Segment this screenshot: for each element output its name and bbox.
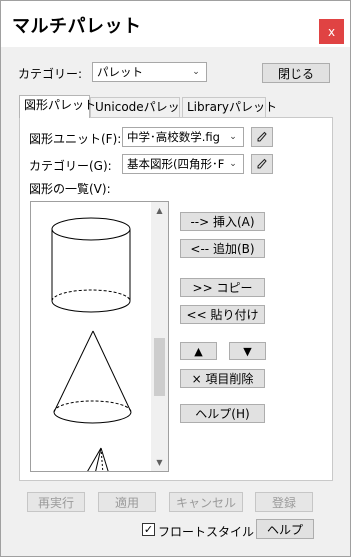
close-window-button[interactable]: x	[319, 19, 344, 44]
category-label: カテゴリー:	[18, 67, 83, 81]
scroll-up-icon[interactable]: ▲	[151, 202, 168, 219]
copy-button[interactable]: >> コピー	[180, 278, 265, 297]
cone-shape[interactable]	[53, 330, 132, 424]
tab-library-palette[interactable]: Libraryパレット	[182, 97, 277, 117]
pencil-icon	[257, 131, 267, 142]
cancel-button[interactable]: キャンセル	[169, 492, 243, 512]
shape-unit-select[interactable]: 中学･高校数学.fig ⌄	[122, 127, 244, 147]
footer-help-button[interactable]: ヘルプ	[256, 519, 314, 539]
shape-category-select[interactable]: 基本図形(四角形･F ⌄	[122, 154, 244, 174]
cylinder-shape[interactable]	[51, 217, 131, 313]
category-select-value: パレット	[97, 65, 143, 79]
float-style-label: フロートスタイル	[158, 525, 255, 539]
chevron-down-icon: ⌄	[192, 67, 200, 77]
shape-list-canvas	[51, 217, 132, 471]
shape-unit-value: 中学･高校数学.fig	[127, 130, 220, 144]
help-button[interactable]: ヘルプ(H)	[180, 404, 265, 423]
tab-unicode-palette[interactable]: Unicodeパレット	[90, 97, 192, 117]
scroll-thumb[interactable]	[154, 338, 165, 396]
redo-button[interactable]: 再実行	[27, 492, 85, 512]
shape-list[interactable]: ▲ ▼	[30, 201, 169, 472]
multi-palette-window: マルチパレット x カテゴリー: パレット ⌄ 閉じる 図形パレット Unico…	[0, 0, 351, 557]
paste-button[interactable]: << 貼り付け	[180, 305, 265, 324]
move-up-button[interactable]: ▲	[180, 342, 217, 360]
chevron-down-icon: ⌄	[229, 132, 237, 142]
tab-shape-palette[interactable]: 図形パレット	[19, 95, 96, 118]
scroll-down-icon[interactable]: ▼	[151, 454, 168, 471]
shape-category-label: カテゴリー(G):	[29, 159, 112, 173]
apply-button[interactable]: 適用	[98, 492, 156, 512]
chevron-down-icon: ⌄	[229, 159, 237, 169]
float-style-checkbox[interactable]: ✓	[142, 523, 155, 536]
title-bar: マルチパレット x	[1, 1, 350, 47]
edit-category-button[interactable]	[251, 154, 273, 174]
shape-list-label: 図形の一覧(V):	[29, 182, 111, 196]
shape-category-value: 基本図形(四角形･F	[127, 157, 225, 171]
shape-unit-label: 図形ユニット(F):	[29, 132, 122, 146]
add-button[interactable]: <-- 追加(B)	[180, 239, 265, 258]
pencil-icon	[257, 158, 267, 169]
category-select[interactable]: パレット ⌄	[92, 62, 207, 82]
pyramid-shape[interactable]	[86, 447, 109, 471]
delete-item-button[interactable]: × 項目削除	[180, 369, 265, 388]
move-down-button[interactable]: ▼	[229, 342, 266, 360]
register-button[interactable]: 登録	[255, 492, 313, 512]
insert-button[interactable]: --> 挿入(A)	[180, 212, 265, 231]
window-title: マルチパレット	[12, 16, 142, 37]
edit-unit-button[interactable]	[251, 127, 273, 147]
close-button[interactable]: 閉じる	[262, 63, 330, 83]
shape-list-scrollbar[interactable]: ▲ ▼	[151, 202, 168, 471]
